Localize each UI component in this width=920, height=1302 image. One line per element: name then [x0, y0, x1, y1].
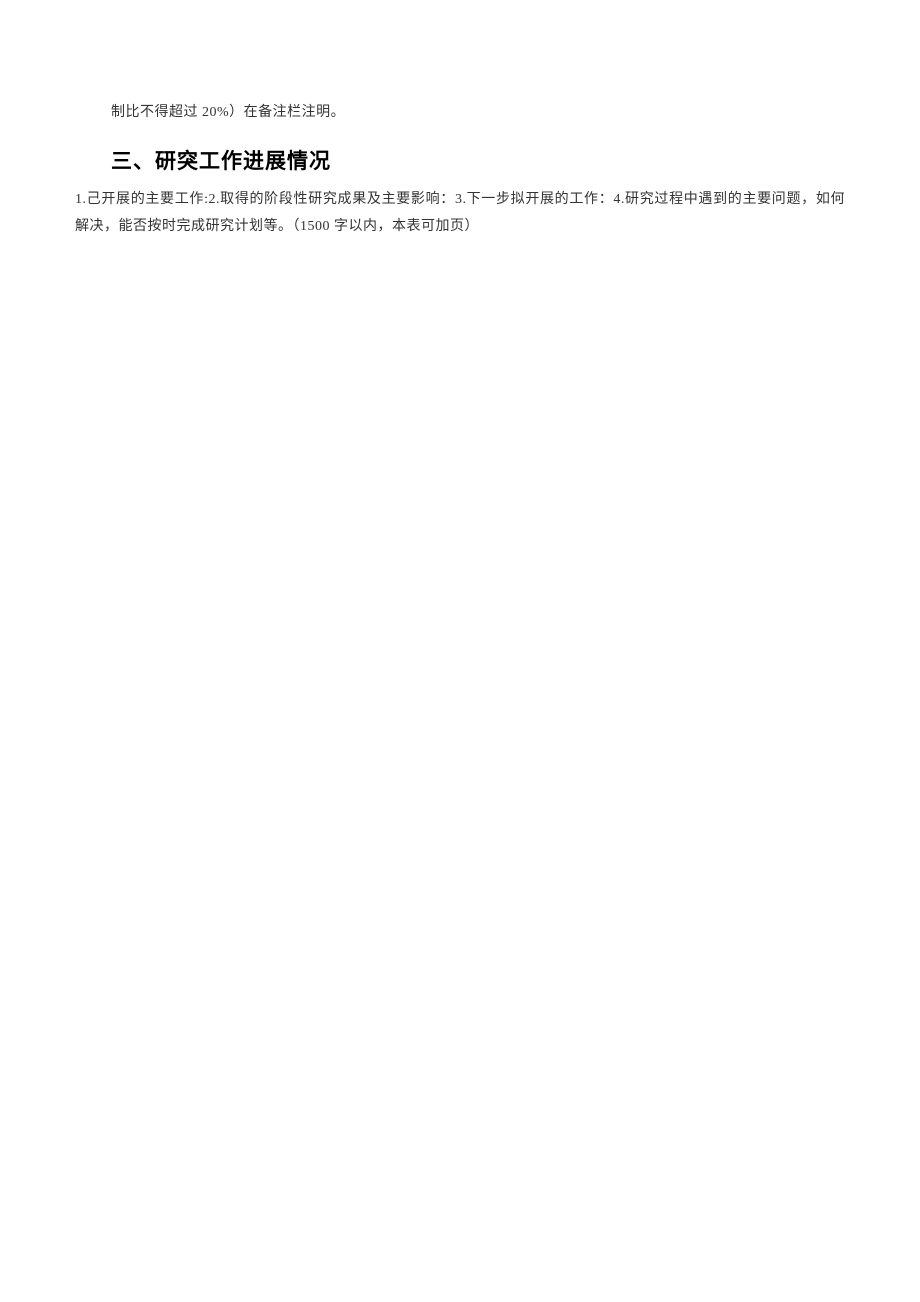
- body-paragraph: 1.己开展的主要工作:2.取得的阶段性研究成果及主要影响：3.下一步拟开展的工作…: [75, 187, 845, 240]
- section-heading-three: 三、研突工作进展情况: [111, 145, 845, 175]
- continuation-text: 制比不得超过 20%）在备注栏注明。: [111, 100, 845, 125]
